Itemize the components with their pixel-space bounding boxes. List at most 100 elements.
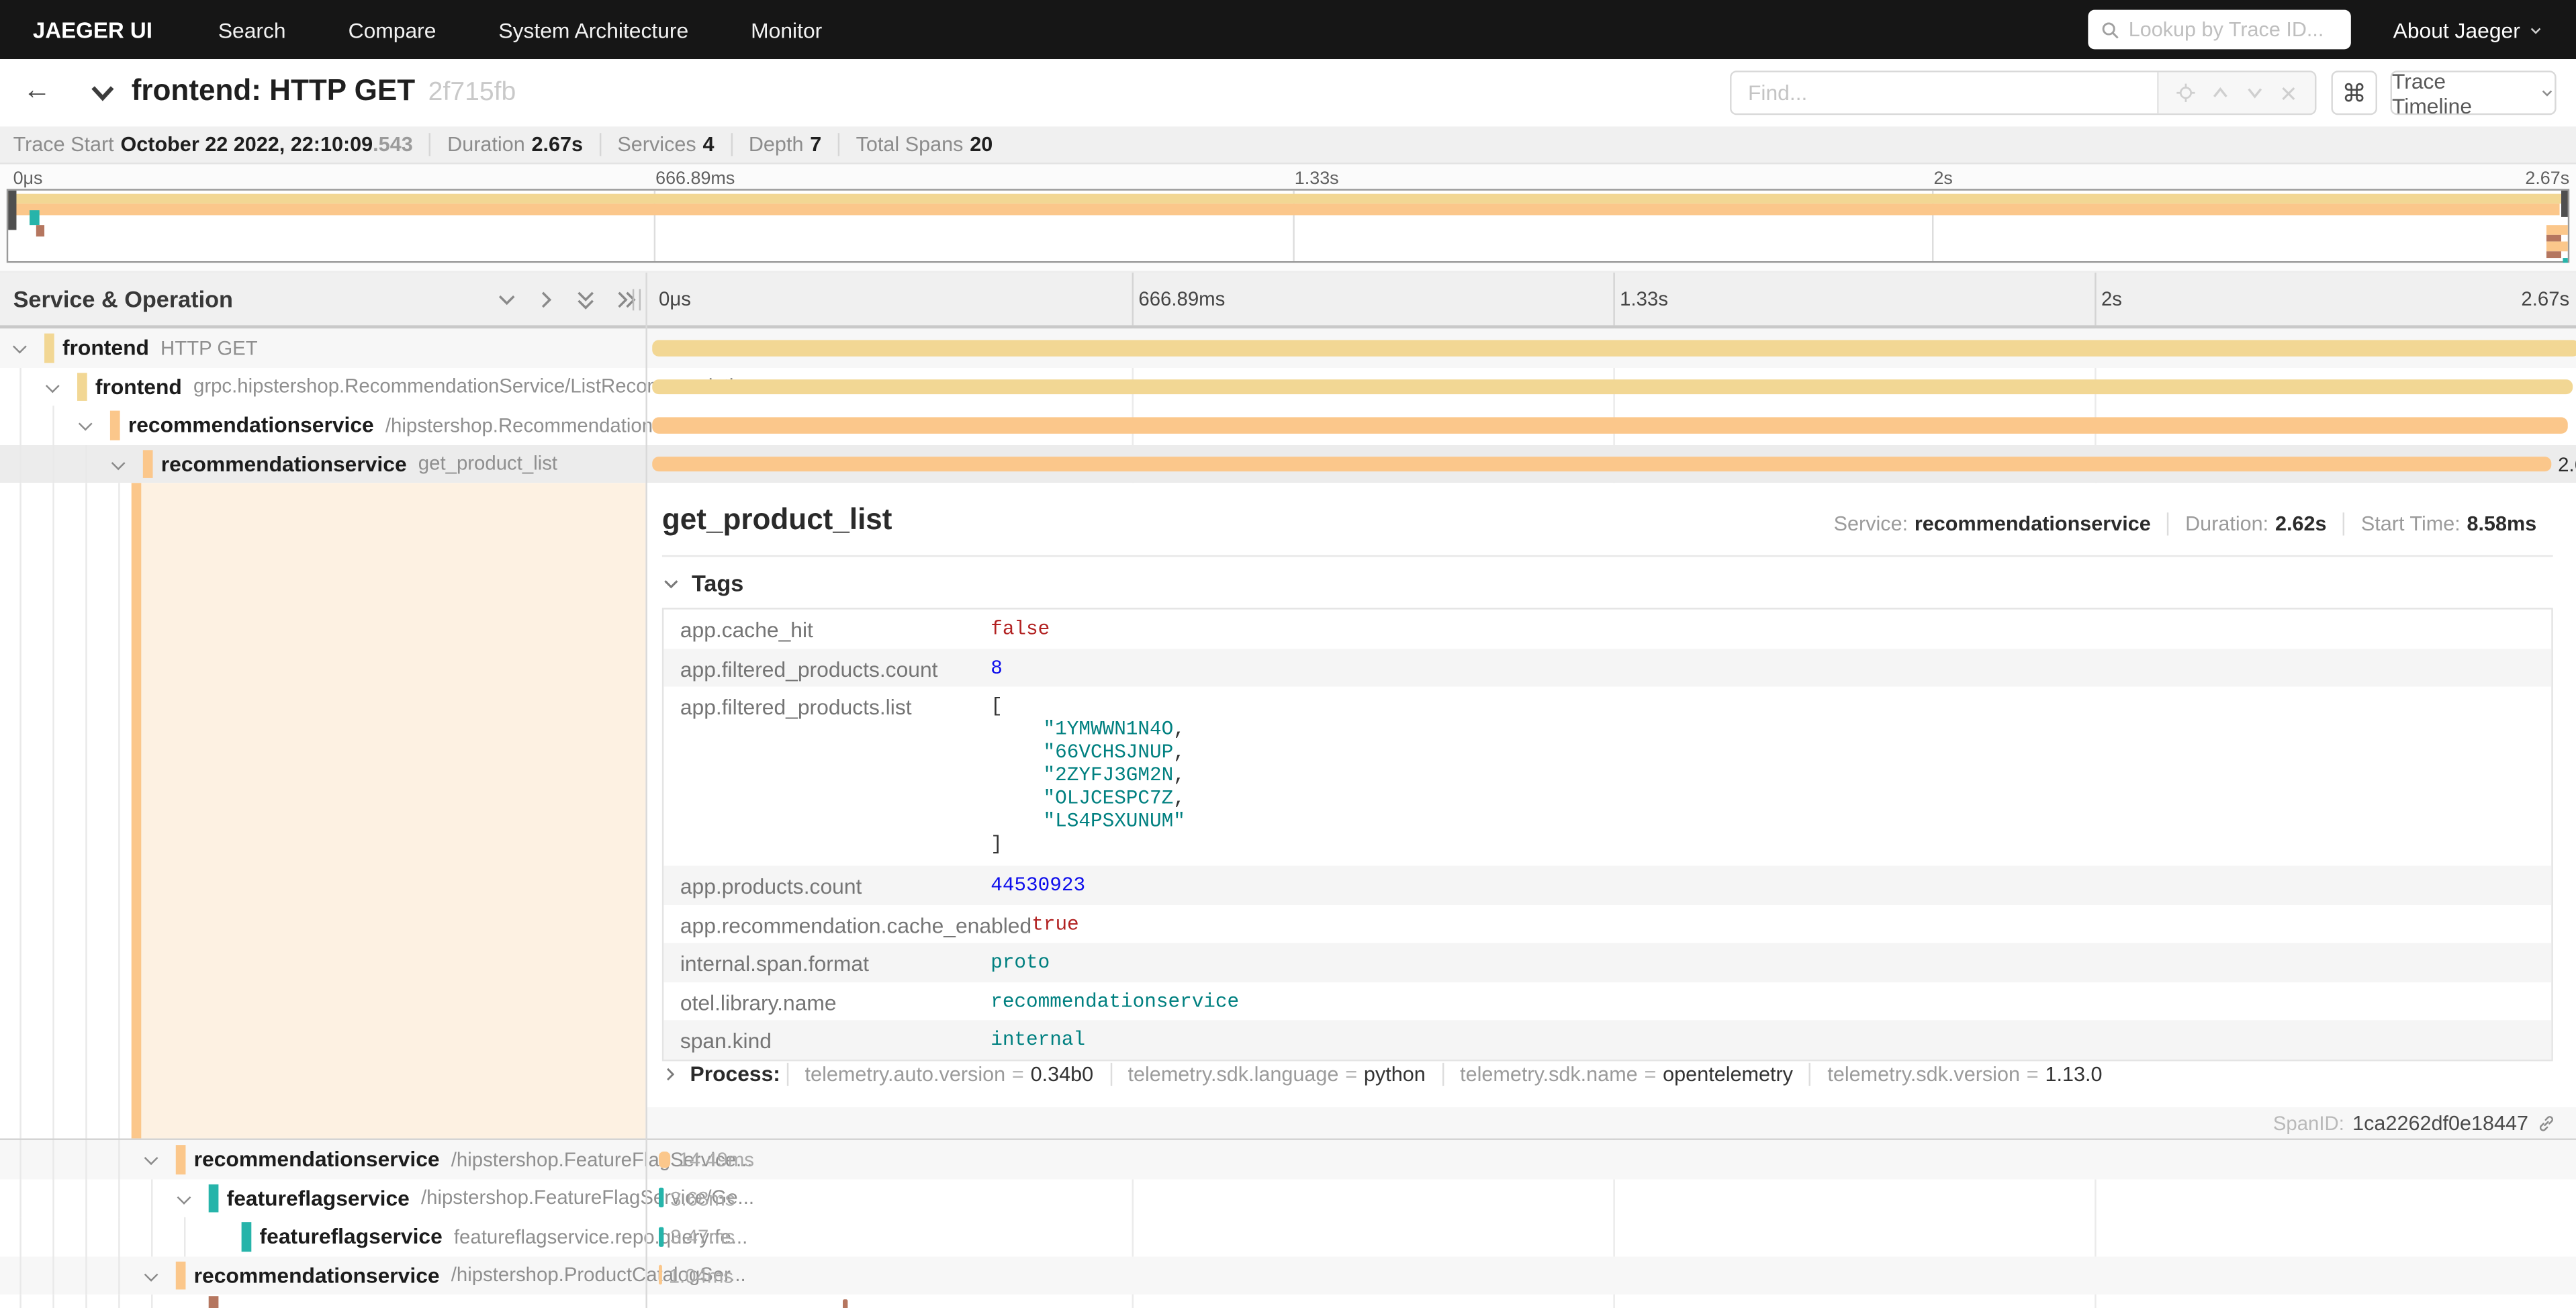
- jaeger-trace-page: JAEGER UI Search Compare System Architec…: [0, 0, 2576, 1308]
- trace-services-count: Services4: [599, 133, 730, 156]
- span-bar[interactable]: [652, 417, 2568, 432]
- app-logo[interactable]: JAEGER UI: [33, 17, 152, 42]
- top-nav: JAEGER UI Search Compare System Architec…: [0, 0, 2576, 59]
- trace-depth: Depth7: [731, 133, 838, 156]
- back-button[interactable]: ←: [23, 74, 51, 107]
- find-input[interactable]: [1732, 73, 2158, 113]
- nav-item-monitor[interactable]: Monitor: [751, 17, 822, 42]
- minimap-span-bar: [30, 210, 40, 225]
- collapse-chevron-icon[interactable]: [111, 455, 126, 469]
- tag-row: app.products.count 44530923: [663, 866, 2551, 904]
- trace-id-lookup-input[interactable]: [2129, 18, 2323, 41]
- prev-match-icon[interactable]: [2209, 82, 2231, 103]
- trace-title: frontend: HTTP GET2f715fb: [132, 74, 516, 108]
- tag-row: span.kind internal: [663, 1020, 2551, 1058]
- trace-page-header: ← frontend: HTTP GET2f715fb ⌘ Trace Time…: [0, 59, 2576, 126]
- nav-item-search[interactable]: Search: [218, 17, 286, 42]
- collapse-chevron-icon[interactable]: [144, 1267, 158, 1281]
- span-row-productcatalog-call[interactable]: recommendationservice/hipstershop.Produc…: [0, 1256, 2576, 1294]
- span-bar[interactable]: [659, 1226, 663, 1246]
- trace-duration: Duration2.67s: [429, 133, 599, 156]
- span-bar[interactable]: [652, 340, 2576, 355]
- collapse-one-icon[interactable]: [496, 289, 518, 311]
- service-color-bar: [176, 1145, 185, 1174]
- span-row-recommendation-list[interactable]: recommendationservice/hipstershop.Recomm…: [0, 406, 2576, 444]
- span-row-frontend-grpc[interactable]: frontendgrpc.hipstershop.RecommendationS…: [0, 367, 2576, 406]
- collapse-chevron-icon[interactable]: [46, 378, 60, 392]
- minimap-tick: 0μs: [13, 169, 43, 189]
- span-service: recommendationservice: [161, 451, 407, 476]
- minimap-span-bar: [36, 225, 44, 236]
- column-resizer-handle[interactable]: [633, 289, 641, 311]
- span-bar[interactable]: [652, 456, 2551, 471]
- column-divider[interactable]: [645, 273, 647, 1308]
- find-bar: [1730, 71, 2316, 115]
- collapse-all-icon[interactable]: [575, 289, 596, 311]
- clear-find-icon[interactable]: [2279, 83, 2298, 103]
- minimap-left-drag-handle[interactable]: [8, 191, 15, 230]
- trace-total-spans: Total Spans20: [838, 133, 1009, 156]
- minimap-tick: 666.89ms: [655, 169, 735, 189]
- collapse-chevron-icon[interactable]: [79, 417, 93, 431]
- tags-table: app.cache_hit false app.filtered_product…: [662, 608, 2553, 1060]
- next-match-icon[interactable]: [2244, 82, 2266, 103]
- collapse-chevron-icon[interactable]: [13, 340, 27, 354]
- collapse-trace-chevron-icon[interactable]: [89, 81, 117, 113]
- span-bar[interactable]: [843, 1299, 847, 1308]
- span-id-strip: SpanID: 1ca2262df0e18447: [645, 1107, 2576, 1138]
- minimap-right-drag-handle[interactable]: [2561, 191, 2568, 217]
- minimap-span-bar: [8, 193, 2568, 203]
- span-bar[interactable]: [659, 1152, 670, 1167]
- minimap-canvas[interactable]: [7, 189, 2569, 263]
- focus-match-icon[interactable]: [2175, 82, 2197, 103]
- expand-one-icon[interactable]: [536, 289, 557, 311]
- chevron-right-icon: [662, 1066, 678, 1082]
- trace-minimap[interactable]: 0μs 666.89ms 1.33s 2s 2.67s: [0, 165, 2576, 273]
- span-bar[interactable]: [652, 379, 2573, 394]
- chevron-down-icon: [662, 574, 680, 592]
- copy-link-icon[interactable]: [2536, 1113, 2556, 1132]
- trace-summary-bar: Trace StartOctober 22 2022, 22:10:09.543…: [0, 126, 2576, 164]
- about-jaeger-menu[interactable]: About Jaeger: [2393, 17, 2543, 42]
- service-color-bar: [209, 1296, 218, 1308]
- span-operation: get_product_list: [418, 452, 557, 475]
- span-service: recommendationservice: [128, 413, 374, 438]
- tree-controls: [496, 289, 636, 311]
- span-service: featureflagservice: [260, 1224, 443, 1249]
- collapse-chevron-icon[interactable]: [177, 1190, 191, 1204]
- timeline-table-header: Service & Operation 0μs 666.89ms 1.33s 2…: [0, 273, 2576, 328]
- tag-row: internal.span.format proto: [663, 943, 2551, 981]
- tag-row: app.recommendation.cache_enabled true: [663, 904, 2551, 943]
- span-row-featureflagservice-repo-query[interactable]: featureflagservicefeatureflagservice.rep…: [0, 1217, 2576, 1256]
- divider: [662, 555, 2553, 557]
- timeline-tick: 1.33s: [1620, 287, 1668, 310]
- trace-id-short: 2f715fb: [428, 79, 516, 107]
- span-bar[interactable]: [659, 1188, 663, 1207]
- collapse-chevron-icon[interactable]: [144, 1151, 158, 1165]
- span-row-frontend-http-get[interactable]: frontendHTTP GET: [0, 328, 2576, 367]
- span-detail-meta: Service:recommendationservice Duration:2…: [1817, 512, 2553, 535]
- timeline-tick: 666.89ms: [1138, 287, 1225, 310]
- tags-section-toggle[interactable]: Tags: [662, 570, 743, 596]
- minimap-span-bar: [2546, 242, 2568, 250]
- header-gridline: [2095, 273, 2096, 325]
- nav-item-system-architecture[interactable]: System Architecture: [498, 17, 688, 42]
- process-tag: telemetry.sdk.languagepython: [1110, 1062, 1442, 1085]
- service-color-bar: [209, 1184, 218, 1213]
- process-section-toggle[interactable]: Process: telemetry.auto.version0.34b0 te…: [662, 1061, 2119, 1086]
- span-row-featureflagservice-getflag[interactable]: featureflagservice/hipstershop.FeatureFl…: [0, 1178, 2576, 1217]
- span-row-get-product-list[interactable]: recommendationserviceget_product_list 2.…: [0, 445, 2576, 483]
- service-color-bar: [143, 449, 152, 478]
- span-detail-indent: [0, 483, 645, 1138]
- search-icon: [2101, 21, 2119, 39]
- span-bar[interactable]: [659, 1265, 662, 1284]
- span-row-featureflag-call[interactable]: recommendationservice/hipstershop.Featur…: [0, 1140, 2576, 1178]
- keyboard-shortcuts-button[interactable]: ⌘: [2331, 71, 2377, 115]
- span-row-partial[interactable]: [0, 1295, 2576, 1308]
- nav-item-compare[interactable]: Compare: [349, 17, 436, 42]
- tag-row: app.filtered_products.count 8: [663, 648, 2551, 686]
- service-color-bar: [176, 1261, 185, 1290]
- trace-view-selector[interactable]: Trace Timeline: [2391, 71, 2557, 115]
- trace-id-lookup[interactable]: [2088, 10, 2350, 50]
- span-detail-title: get_product_list: [662, 503, 892, 537]
